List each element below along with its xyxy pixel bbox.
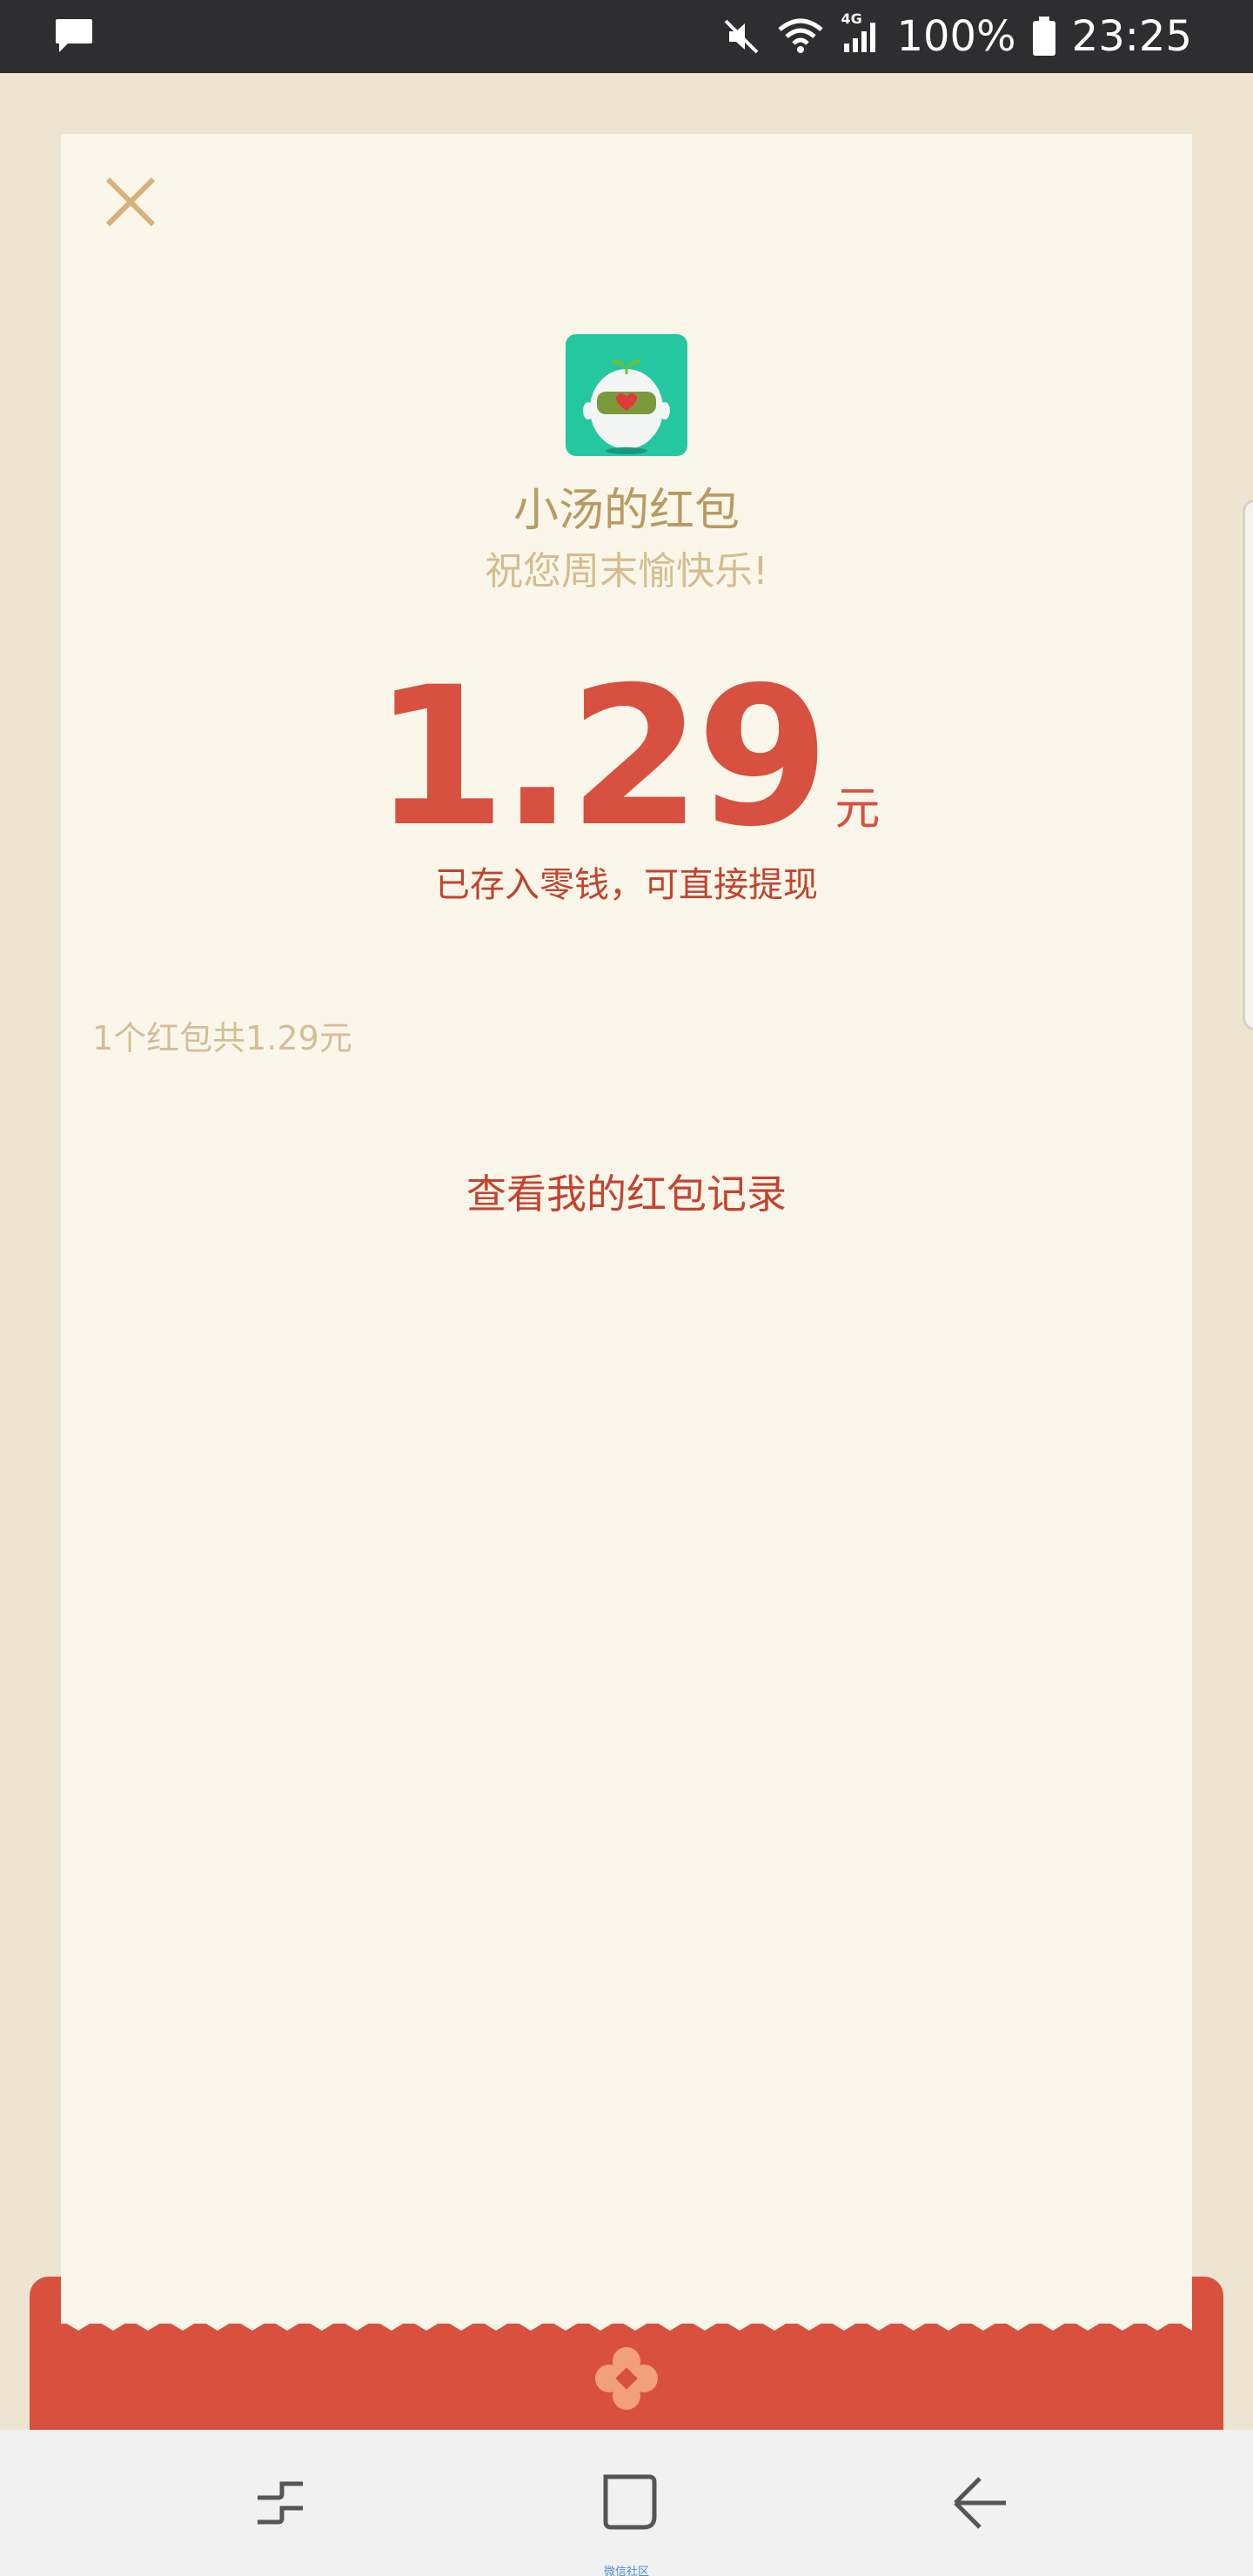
close-icon xyxy=(105,177,156,227)
robot-mascot-icon xyxy=(583,359,670,454)
status-bar: 4G 100% 23:25 xyxy=(0,0,1253,73)
packet-summary: 1个红包共1.29元 xyxy=(92,1019,352,1057)
back-icon xyxy=(954,2477,1006,2529)
battery-icon xyxy=(1032,17,1056,57)
amount-unit: 元 xyxy=(834,783,881,835)
clock: 23:25 xyxy=(1071,12,1192,61)
battery-percent: 100% xyxy=(896,12,1016,61)
edge-panel-handle[interactable] xyxy=(1243,500,1253,1030)
stored-to-wallet-note[interactable]: 已存入零钱，可直接提现 xyxy=(0,856,1253,907)
home-icon xyxy=(603,2474,657,2530)
red-packet-detail-card xyxy=(61,134,1192,2324)
close-button[interactable] xyxy=(103,174,158,230)
home-button[interactable] xyxy=(599,2472,661,2534)
chat-notification-icon xyxy=(54,17,94,59)
card-zigzag-edge xyxy=(61,2315,1192,2331)
recents-icon xyxy=(258,2481,303,2525)
view-records-link[interactable]: 查看我的红包记录 xyxy=(0,1163,1253,1220)
mute-icon xyxy=(722,17,761,56)
network-label: 4G xyxy=(841,10,862,27)
watermark-caption: 微信社区 xyxy=(603,2566,649,2576)
sender-title: 小汤的红包 xyxy=(513,485,740,537)
wifi-icon xyxy=(776,17,825,56)
greeting-message: 祝您周末愉快乐! xyxy=(485,549,768,594)
flower-emblem-icon xyxy=(595,2347,658,2410)
amount-display: 1.29 元 xyxy=(0,661,1253,853)
back-button[interactable] xyxy=(948,2472,1011,2534)
sender-avatar[interactable] xyxy=(566,334,687,456)
recents-button[interactable] xyxy=(249,2472,312,2534)
navigation-bar xyxy=(0,2430,1253,2576)
signal-4g-icon: 4G xyxy=(841,10,881,56)
amount-value: 1.29 xyxy=(372,646,830,869)
